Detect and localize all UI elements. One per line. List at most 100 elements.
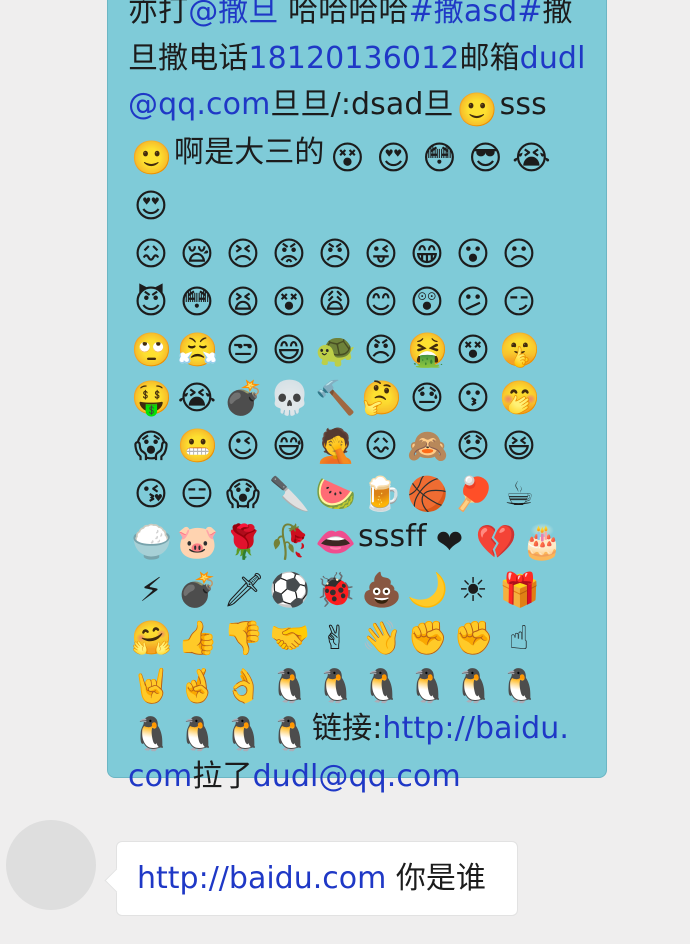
pain-icon: 😖 — [363, 426, 399, 465]
cleaver-icon: 🔪 — [269, 474, 311, 513]
lips-icon: 👄 — [315, 522, 357, 561]
bomb-icon: 💣 — [177, 570, 219, 609]
text-segment: 旦旦/:dsad旦 — [270, 87, 454, 122]
dizzy-face-icon: 😵 — [330, 138, 365, 177]
love-eyes-icon: 😍 — [133, 186, 169, 225]
angry-red-icon: 😡 — [271, 234, 307, 273]
received-message-bubble[interactable]: http://baidu.com 你是谁 — [116, 841, 518, 916]
sad-icon: 😞 — [455, 426, 491, 465]
phone-link[interactable]: 18120136012 — [248, 41, 459, 76]
emoji-row: 🍚 🐷 🌹 🥀 👄 — [128, 519, 358, 561]
email-link-start[interactable]: dudl — [520, 41, 586, 76]
big-grin-icon: 😁 — [409, 234, 445, 273]
confused-icon: 😕 — [455, 282, 491, 321]
grinning-icon: 😄 — [271, 330, 307, 369]
penguin-bow-icon: 🐧 — [177, 714, 219, 753]
rose-icon: 🌹 — [223, 522, 265, 561]
devil-sunglasses-icon: 😈 — [133, 282, 169, 321]
penguin-dance-icon: 🐧 — [407, 666, 449, 705]
emoji-row: 😱 😬 😉 😅 🤦 😖 🙈 😞 😆 — [128, 423, 542, 465]
penguin-key-icon: 🐧 — [269, 714, 311, 753]
sweat-awkward-icon: 😅 — [271, 426, 307, 465]
frown-eyes-icon: 😳 — [422, 138, 457, 177]
dagger-icon: 🗡 — [223, 570, 265, 609]
cake-icon: 🎂 — [521, 522, 563, 561]
facepalm-icon: 🤦 — [315, 426, 357, 465]
url-link[interactable]: http://baidu.com — [137, 861, 386, 896]
emoji-row: 😈 😳 😫 😵 😩 😊 😲 😕 😏 — [128, 279, 542, 321]
email-link-end[interactable]: @qq.com — [128, 87, 270, 122]
received-message-text: http://baidu.com 你是谁 — [137, 842, 517, 916]
text-segment: 邮箱 — [459, 40, 520, 76]
rice-bowl-icon: 🍚 — [131, 522, 173, 561]
text-segment: 哈哈哈哈 — [278, 0, 409, 29]
url-link-start[interactable]: http://baidu. — [382, 711, 569, 746]
gloomy-lines-icon: 😑 — [179, 474, 215, 513]
text-segment: 旦撒电话 — [128, 40, 249, 76]
gift-icon: 🎁 — [499, 570, 541, 609]
emoji-row: 🤗 👍 👎 🤝 ✌ 👋 ✊ ✊ ☝ — [128, 615, 542, 657]
frown-icon: ☹ — [501, 234, 537, 273]
green-hug-icon: 🤗 — [131, 618, 173, 657]
pig-face-icon: 🐷 — [177, 522, 219, 561]
poop-icon: 💩 — [361, 570, 403, 609]
laugh-squint-icon: 😆 — [501, 426, 537, 465]
dizzy-question-icon: 😵 — [455, 330, 491, 369]
shocked-icon: 😲 — [409, 282, 445, 321]
sent-message-bubble[interactable]: 亦打@撒旦 哈哈哈哈#撒asd#撒 旦撒电话18120136012邮箱dudl … — [107, 0, 607, 794]
emoji-row: 🐧 🐧 🐧 🐧 — [128, 711, 312, 753]
emoji-row: 🙂 — [454, 87, 500, 129]
moon-icon: 🌙 — [407, 570, 449, 609]
ok-hand-icon: 👌 — [223, 666, 265, 705]
victory-icon: ✌ — [321, 618, 349, 657]
sent-message-text: 亦打@撒旦 哈哈哈哈#撒asd#撒 旦撒电话18120136012邮箱dudl … — [128, 0, 588, 801]
crying-open-icon: 😫 — [225, 282, 261, 321]
broken-heart-icon: 💔 — [475, 522, 517, 561]
emoji-row: 🙄 😤 😒 😄 🐢 😠 🤮 😵 🤫 — [128, 327, 542, 369]
shy-covered-icon: 🙈 — [407, 426, 449, 465]
big-cry-icon: 😭 — [177, 378, 217, 417]
emoji-row: ❤ 💔 🎂 — [427, 519, 565, 561]
furious-icon: 😤 — [177, 330, 219, 369]
come-here-icon: 👋 — [361, 618, 403, 657]
coffee-icon: ☕ — [504, 474, 534, 513]
smirk-icon: 😒 — [225, 330, 261, 369]
hashtag-link[interactable]: #撒asd# — [409, 0, 543, 29]
rock-sign-icon: 🤘 — [131, 666, 173, 705]
happy-smile-icon: 😊 — [363, 282, 399, 321]
pucker-icon: 😗 — [455, 378, 491, 417]
emoji-row: 🙂 — [128, 135, 174, 177]
smile-face-icon: 🙂 — [456, 90, 498, 129]
cool-sunglasses-icon: 😎 — [468, 138, 503, 177]
sun-icon: ☀ — [458, 570, 488, 609]
fist-round-icon: ✊ — [407, 618, 449, 657]
shush-icon: 🤫 — [499, 330, 541, 369]
ladybug-icon: 🐞 — [315, 570, 357, 609]
thinking-icon: 🤔 — [361, 378, 403, 417]
smile-face-icon: 🙂 — [131, 138, 173, 177]
mention-link[interactable]: @撒旦 — [188, 0, 278, 29]
text-segment: sssff — [358, 519, 427, 554]
scream-icon: 😱 — [225, 474, 261, 513]
turtle-helmet-icon: 🐢 — [315, 330, 357, 369]
basketball-icon: 🏀 — [407, 474, 449, 513]
wilted-rose-icon: 🥀 — [269, 522, 311, 561]
emoji-row: ⚡ 💣 🗡 ⚽ 🐞 💩 🌙 ☀ 🎁 — [128, 567, 542, 609]
penguin-shout-icon: 🐧 — [453, 666, 495, 705]
url-link-end[interactable]: com — [128, 759, 192, 794]
text-segment: 撒 — [542, 0, 573, 29]
crossed-fingers-icon: 🤞 — [177, 666, 219, 705]
email-link[interactable]: dudl@qq.com — [253, 759, 461, 794]
crying-tears-icon: 😭 — [512, 138, 551, 177]
kiss-wink-icon: 😘 — [133, 474, 169, 513]
emoji-row: 😘 😑 😱 🔪 🍉 🍺 🏀 🏓 ☕ — [128, 471, 542, 513]
blush-shy-icon: 😳 — [179, 282, 215, 321]
grimace-icon: 😬 — [177, 426, 219, 465]
giggle-icon: 🤭 — [499, 378, 541, 417]
contact-avatar[interactable] — [6, 820, 96, 910]
money-eyes-icon: 🤑 — [131, 378, 173, 417]
knock-hammer-icon: 🔨 — [315, 378, 357, 417]
handshake-icon: 🤝 — [269, 618, 311, 657]
vomit-icon: 🤮 — [407, 330, 449, 369]
sweating-icon: 😓 — [409, 378, 445, 417]
